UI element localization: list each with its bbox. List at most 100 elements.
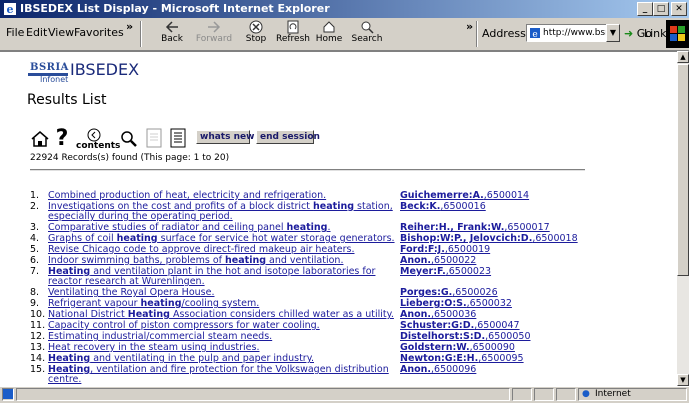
maximize-button[interactable]: □ [653,2,669,16]
vertical-scrollbar[interactable]: ▲ ▼ [677,51,689,386]
result-author-link[interactable]: Goldstern:W.,6500090 [400,343,515,353]
title-bar: e IBSEDEX List Display - Microsoft Inter… [0,0,689,18]
result-title-link[interactable]: Heat recovery in the steam using industr… [48,343,408,353]
home-button[interactable]: Home [314,20,344,48]
result-title-link[interactable]: Combined production of heat, electricity… [48,191,408,201]
logo-infonet: Infonet [40,75,69,84]
scroll-up-icon[interactable]: ▲ [677,51,689,63]
status-zone: ● Internet [578,388,687,401]
windows-flag-icon [670,26,685,41]
home-icon [323,21,335,33]
result-title-link[interactable]: Comparative studies of radiator and ceil… [48,223,408,233]
result-author-link[interactable]: Schuster:G:D.,6500047 [400,321,520,331]
status-bar: ● Internet [0,386,689,402]
svg-text:e: e [532,30,537,39]
svg-text:?: ? [56,126,69,148]
search-icon[interactable] [120,130,138,148]
home-label: Home [315,34,343,44]
stop-icon [249,20,263,34]
status-text [16,388,510,401]
forward-button[interactable]: Forward [194,20,234,48]
record-count: 22924 Records(s) found (This page: 1 to … [30,153,230,163]
result-title-link[interactable]: National District Heating Association co… [48,310,408,320]
address-field[interactable]: e http://www.bsria.co.uk/scripts/net [526,24,614,42]
result-author-link[interactable]: Meyer:F.,6500023 [400,267,491,277]
menu-favorites[interactable]: Favorites [74,26,124,39]
back-button[interactable]: Back [152,20,192,48]
result-author-link[interactable]: Anon.,6500036 [400,310,476,320]
toolbar-separator [140,21,142,47]
result-title-link[interactable]: Estimating industrial/commercial steam n… [48,332,408,342]
scroll-thumb[interactable] [677,64,689,276]
result-title-link[interactable]: Investigations on the cost and profits o… [48,202,408,222]
page-icon: e [530,28,540,39]
scroll-down-icon[interactable]: ▼ [677,374,689,386]
result-author-link[interactable]: Lieberg:O:S.,6500032 [400,299,512,309]
result-title-link[interactable]: Refrigerant vapour heating/cooling syste… [48,299,408,309]
result-title-link[interactable]: Graphs of coil heating surface for servi… [48,234,408,244]
address-dropdown-icon[interactable]: ▼ [606,24,620,42]
list-icon[interactable] [170,128,186,148]
address-label: Address [482,27,526,40]
refresh-label: Refresh [276,34,310,44]
result-title-link[interactable]: Revise Chicago code to approve direct-fi… [48,245,408,255]
svg-text:e: e [7,3,14,16]
result-author-link[interactable]: Bishop:W:P., Jelovcich:D.,6500018 [400,234,578,244]
menu-file[interactable]: File [6,26,24,39]
back-arrow-icon [165,21,178,33]
menu-view[interactable]: View [48,26,74,39]
status-panel [534,388,554,401]
result-author-link[interactable]: Porges:G.,6500026 [400,288,498,298]
result-author-link[interactable]: Newton:G:E:H.,6500095 [400,354,524,364]
result-author-link[interactable]: Anon.,6500022 [400,256,476,266]
result-title-link[interactable]: Ventilating the Royal Opera House. [48,288,408,298]
menu-chevron[interactable]: » [126,20,133,33]
result-title-link[interactable]: Capacity control of piston compressors f… [48,321,408,331]
logo-bsria: BSRIA [30,62,69,73]
refresh-button[interactable]: Refresh [274,20,312,48]
help-icon[interactable]: ? [54,126,70,148]
status-zone-label: Internet [595,389,631,399]
menu-edit[interactable]: Edit [26,26,47,39]
search-label: Search [351,34,383,44]
forward-label: Forward [195,34,233,44]
contents-icon[interactable] [84,128,104,142]
result-author-link[interactable]: Ford:F:J.,6500019 [400,245,490,255]
stop-button[interactable]: Stop [240,20,272,48]
page-icon[interactable] [146,128,162,148]
windows-logo [666,20,689,48]
status-panel [556,388,576,401]
result-title-link[interactable]: Heating and ventilation plant in the hot… [48,267,408,287]
home-icon[interactable] [30,130,50,148]
minimize-button[interactable]: _ [637,2,653,16]
toolbar-separator [476,21,478,47]
refresh-icon [287,20,299,34]
result-title-link[interactable]: Heating and ventilating in the pulp and … [48,354,408,364]
back-label: Back [161,34,183,44]
result-title-link[interactable]: Indoor swimming baths, problems of heati… [48,256,408,266]
ie-page-icon [3,389,13,399]
toolbar: File Edit View Favorites » Back Forward … [0,18,689,51]
result-author-link[interactable]: Distelhorst:S:D.,6500050 [400,332,531,342]
result-title-link[interactable]: Heating, ventilation and fire protection… [48,365,408,385]
globe-icon: ● [582,389,590,399]
search-button[interactable]: Search [350,20,384,48]
contents-label[interactable]: contents [76,141,120,151]
page-title: Results List [27,92,107,108]
status-panel [512,388,532,401]
page-content: BSRIA Infonet IBSEDEX Results List ? con… [0,51,677,387]
divider [30,169,585,171]
result-author-link[interactable]: Guichemerre:A.,6500014 [400,191,529,201]
close-button[interactable]: ✕ [671,2,687,16]
whats-new-button[interactable]: whats new [196,130,254,144]
toolbar-chevron[interactable]: » [466,20,473,33]
status-page-icon [2,388,14,401]
result-author-link[interactable]: Beck:K.,6500016 [400,202,486,212]
ie-icon: e [4,3,16,16]
go-arrow-icon: ➜ [624,27,634,40]
end-session-button[interactable]: end session [256,130,320,144]
result-author-link[interactable]: Reiher:H., Frank:W.,6500017 [400,223,550,233]
result-author-link[interactable]: Anon.,6500096 [400,365,476,375]
window-title: IBSEDEX List Display - Microsoft Interne… [20,2,330,15]
stop-label: Stop [245,34,267,44]
